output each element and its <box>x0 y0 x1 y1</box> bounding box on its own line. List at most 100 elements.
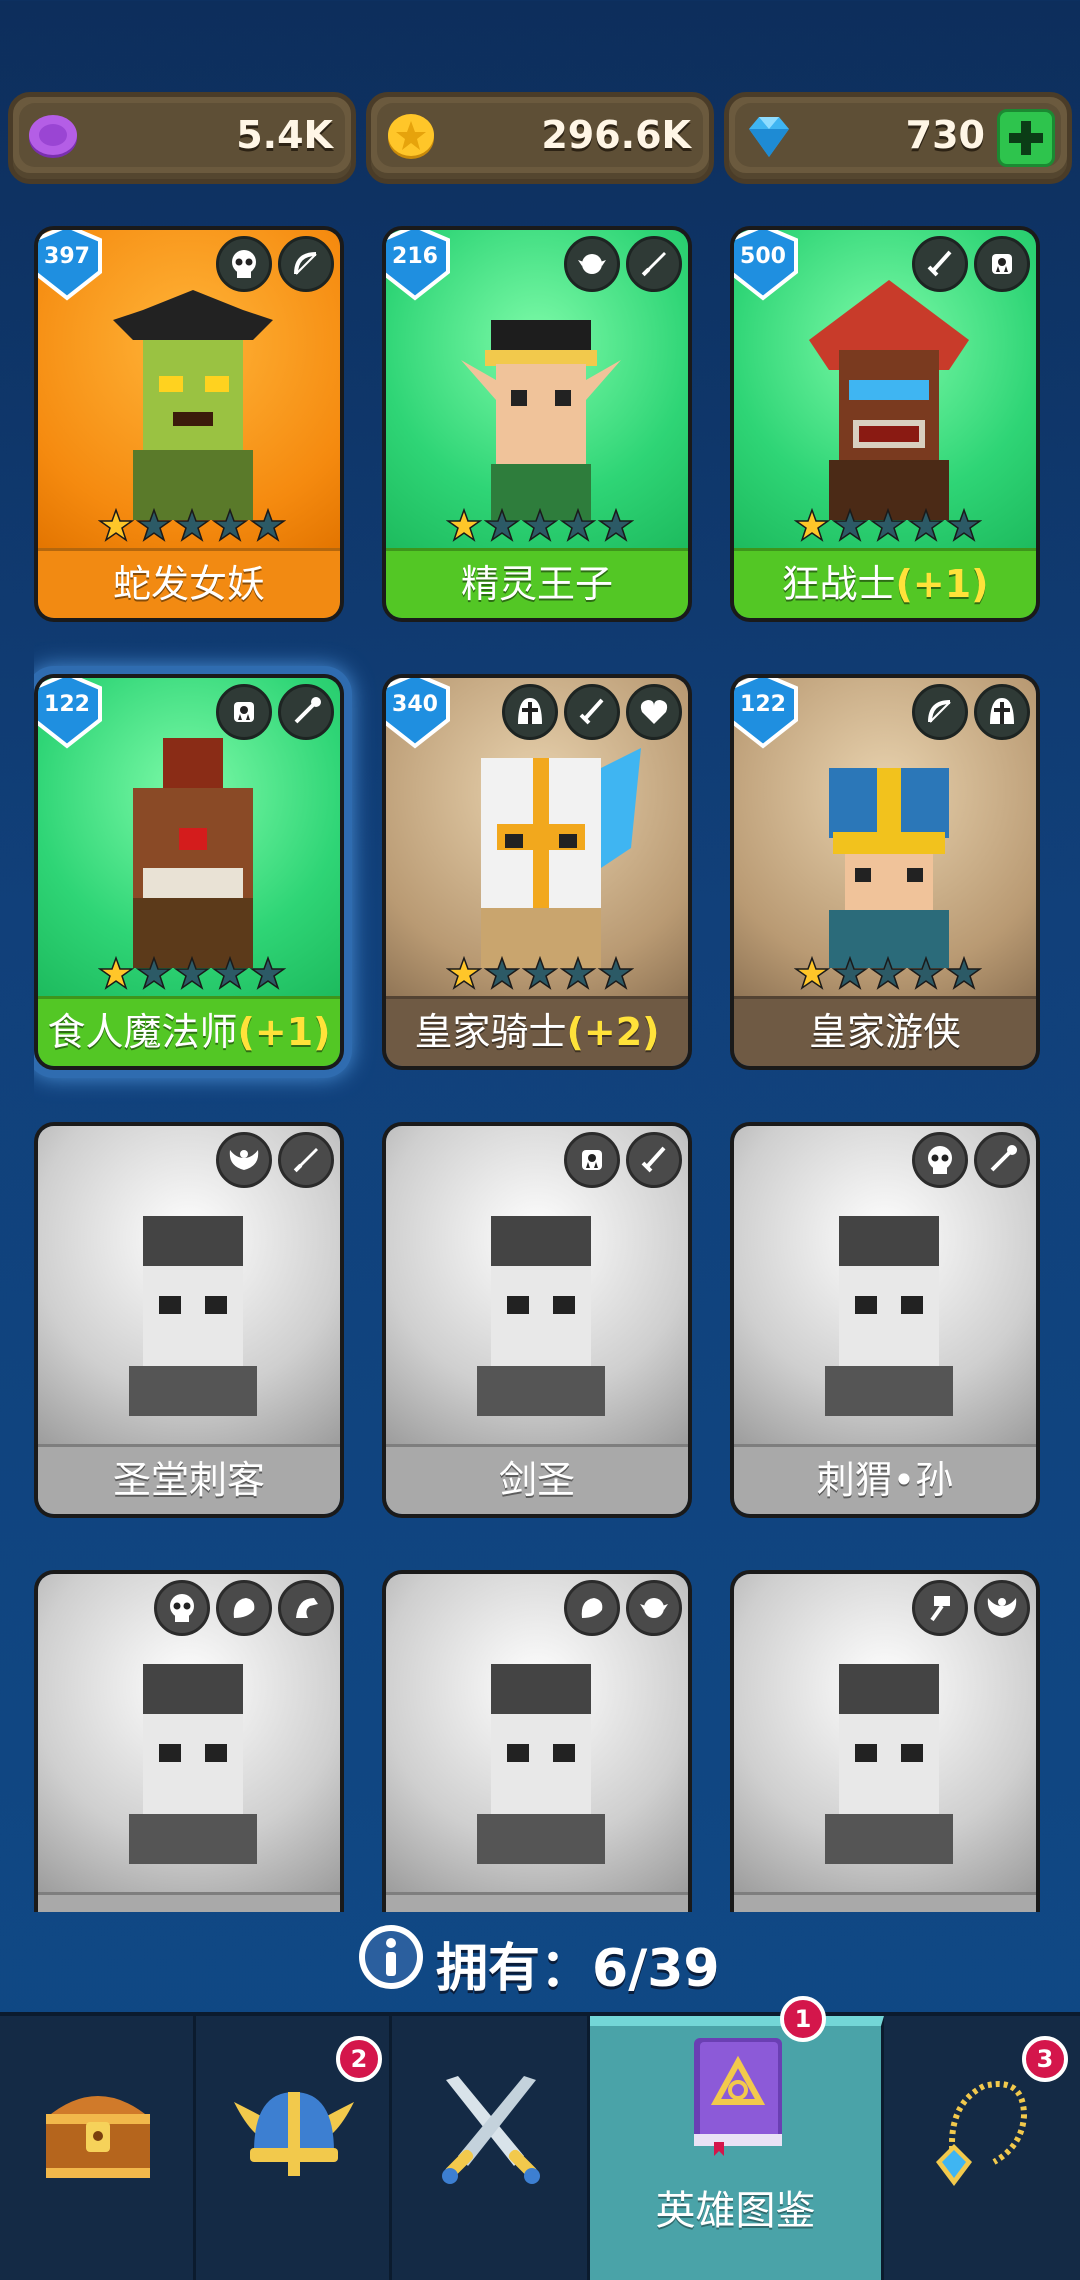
dagger-icon <box>626 236 682 292</box>
hero-portrait <box>481 748 641 968</box>
skull-icon <box>912 1132 968 1188</box>
bow-icon <box>912 684 968 740</box>
gold-coin-icon <box>388 114 434 159</box>
hero-card[interactable]: 剑圣 <box>382 1122 692 1518</box>
hero-name: 圣堂刺客 <box>112 1458 265 1502</box>
equipment-notification-badge: 3 <box>1022 2036 1068 2082</box>
beast-icon <box>564 1580 620 1636</box>
hero-portrait <box>461 320 621 520</box>
hero-card[interactable]: 122 皇家游侠 <box>730 674 1040 1070</box>
bow-icon <box>278 236 334 292</box>
gold-currency: 296.6K <box>366 92 714 184</box>
bottom-nav: 2 英雄图鉴 1 3 <box>0 1996 1080 2280</box>
nav-codex[interactable]: 英雄图鉴 1 <box>590 1996 884 2280</box>
hero-class-badges <box>912 1580 1030 1636</box>
hero-class-badges <box>216 1132 334 1188</box>
hero-name: 皇家骑士 <box>414 1010 567 1054</box>
star-icon <box>908 508 944 542</box>
hero-name-bar <box>38 1892 340 1912</box>
hero-portrait <box>825 1216 953 1416</box>
hero-name: 蛇发女妖 <box>112 562 265 606</box>
hero-class-badges <box>154 1580 334 1636</box>
currency-bar: 5.4K 296.6K 730 <box>8 92 1072 184</box>
add-diamonds-button[interactable] <box>997 109 1055 167</box>
star-icon <box>98 508 134 542</box>
hero-plus: (+1) <box>237 1010 331 1054</box>
hero-card[interactable]: 圣堂刺客 <box>34 1122 344 1518</box>
star-icon <box>136 956 172 990</box>
hero-stars <box>446 956 634 992</box>
hero-name-text: 狂战士(+1) <box>734 553 1036 608</box>
hero-card[interactable]: 216 精灵王子 <box>382 226 692 622</box>
hero-portrait <box>477 1216 605 1416</box>
nav-chest[interactable] <box>0 2016 196 2280</box>
hero-card[interactable]: 397 蛇发女妖 <box>34 226 344 622</box>
hammer-icon <box>912 1580 968 1636</box>
hero-name-text: 食人魔法师(+1) <box>38 1001 340 1056</box>
star-icon <box>870 956 906 990</box>
gem-amount: 5.4K <box>236 113 333 157</box>
orc-icon <box>216 684 272 740</box>
hero-class-badges <box>564 1132 682 1188</box>
hero-stars <box>446 508 634 544</box>
star-icon <box>560 956 596 990</box>
hero-stars <box>794 956 982 992</box>
amulet-icon <box>936 2081 1028 2186</box>
hero-card[interactable]: 340 皇家骑士(+2) <box>382 674 692 1070</box>
nav-battle[interactable] <box>392 2016 590 2280</box>
helmet-icon <box>502 684 558 740</box>
hero-name-text: 精灵王子 <box>386 553 688 608</box>
star-icon <box>212 508 248 542</box>
star-icon <box>794 508 830 542</box>
hero-name-bar <box>734 1892 1036 1912</box>
hero-name: 狂战士 <box>781 562 896 606</box>
hero-grid: 397 蛇发女妖 216 精灵王子 500 狂战士(+1) 122 食人魔法师(+1) 340 皇… <box>34 222 1046 1912</box>
staff-icon <box>974 1132 1030 1188</box>
star-icon <box>522 956 558 990</box>
treasure-chest-icon <box>46 2096 150 2178</box>
hero-card[interactable] <box>730 1570 1040 1912</box>
wings-icon <box>974 1580 1030 1636</box>
hero-card[interactable] <box>382 1570 692 1912</box>
hero-card[interactable] <box>34 1570 344 1912</box>
hero-name-bar: 皇家骑士(+2) <box>386 996 688 1066</box>
dagger-icon <box>278 1132 334 1188</box>
hero-name-bar: 狂战士(+1) <box>734 548 1036 618</box>
hero-stars <box>98 956 286 992</box>
hero-portrait <box>825 1664 953 1864</box>
hero-name: 皇家游侠 <box>808 1010 961 1054</box>
hero-portrait <box>829 768 949 968</box>
info-icon[interactable] <box>356 1922 426 1992</box>
hero-name-bar: 刺猬•孙 <box>734 1444 1036 1514</box>
beast-icon <box>216 1580 272 1636</box>
owned-label: 拥有： <box>436 1939 593 1999</box>
sword-icon <box>564 684 620 740</box>
hero-card[interactable]: 122 食人魔法师(+1) <box>34 674 344 1070</box>
dragon-icon <box>278 1580 334 1636</box>
star-icon <box>446 956 482 990</box>
hero-level: 122 <box>44 692 90 717</box>
star-icon <box>598 508 634 542</box>
hero-name-text: 剑圣 <box>386 1449 688 1504</box>
hero-card[interactable]: 刺猬•孙 <box>730 1122 1040 1518</box>
sword-icon <box>626 1132 682 1188</box>
hero-name-text: 圣堂刺客 <box>38 1449 340 1504</box>
star-icon <box>212 956 248 990</box>
hero-stars <box>794 508 982 544</box>
elf-icon <box>564 236 620 292</box>
nav-heroes[interactable]: 2 <box>196 2016 392 2280</box>
hero-name: 精灵王子 <box>460 562 613 606</box>
heart-icon <box>626 684 682 740</box>
nav-equipment[interactable]: 3 <box>884 2016 1080 2280</box>
star-icon <box>598 956 634 990</box>
hero-name-bar: 剑圣 <box>386 1444 688 1514</box>
diamond-amount: 730 <box>905 113 985 157</box>
hero-class-badges <box>216 236 334 292</box>
star-icon <box>946 956 982 990</box>
star-icon <box>870 508 906 542</box>
hero-portrait <box>133 738 253 968</box>
gold-amount: 296.6K <box>541 113 691 157</box>
owned-value: 6/39 <box>592 1939 720 1999</box>
hero-card[interactable]: 500 狂战士(+1) <box>730 226 1040 622</box>
hero-level: 216 <box>392 244 438 269</box>
